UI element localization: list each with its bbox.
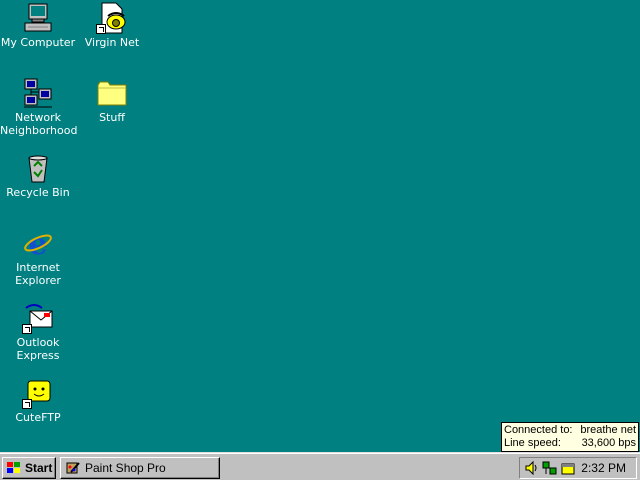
desktop-icon-recycle-bin[interactable]: Recycle Bin (0, 152, 76, 199)
desktop-icon-label: Network Neighborhood (0, 111, 78, 137)
desktop-icon-internet-explorer[interactable]: e Internet Explorer (0, 227, 76, 287)
shortcut-arrow-icon (22, 324, 32, 334)
cuteftp-icon (22, 377, 54, 409)
scheduler-icon[interactable] (560, 460, 576, 476)
svg-text:e: e (28, 227, 47, 259)
taskbar: Start Paint Shop Pro 2:32 PM (0, 452, 640, 480)
desktop-icon-virgin-net[interactable]: Virgin Net (74, 2, 150, 49)
desktop-icon-label: Internet Explorer (15, 261, 61, 287)
task-label: Paint Shop Pro (85, 461, 166, 475)
system-tray: 2:32 PM (519, 457, 637, 479)
taskbar-button-paint-shop-pro[interactable]: Paint Shop Pro (60, 457, 220, 479)
desktop-icon-cuteftp[interactable]: CuteFTP (0, 377, 76, 424)
desktop-icon-label: Recycle Bin (6, 186, 70, 199)
desktop-icon-stuff[interactable]: Stuff (74, 77, 150, 124)
tooltip-speed-label: Line speed: (504, 437, 561, 449)
desktop-icon-label: Stuff (99, 111, 125, 124)
tooltip-speed-value: 33,600 bps (581, 437, 636, 449)
network-icon (22, 77, 54, 109)
paint-shop-pro-icon (66, 462, 80, 474)
folder-icon (96, 77, 128, 109)
desktop-icon-label: Outlook Express (16, 336, 60, 362)
tooltip-connected-label: Connected to: (504, 424, 573, 436)
dialup-connection-icon[interactable] (542, 460, 558, 476)
shortcut-arrow-icon (22, 399, 32, 409)
tooltip-connected-value: breathe net (580, 424, 636, 436)
connection-tooltip: Connected to: breathe net Line speed: 33… (501, 422, 639, 452)
recycle-bin-icon (22, 152, 54, 184)
start-button[interactable]: Start (2, 457, 56, 479)
taskbar-clock[interactable]: 2:32 PM (581, 461, 626, 475)
phone-dialer-icon (96, 2, 128, 34)
my-computer-icon (22, 2, 54, 34)
start-label: Start (25, 461, 53, 475)
desktop-icon-network-neighborhood[interactable]: Network Neighborhood (0, 77, 78, 137)
desktop-icon-outlook-express[interactable]: Outlook Express (0, 302, 76, 362)
shortcut-arrow-icon (96, 24, 106, 34)
outlook-express-icon (22, 302, 54, 334)
desktop-icon-my-computer[interactable]: My Computer (0, 2, 76, 49)
desktop-icon-label: My Computer (0, 36, 76, 49)
desktop-icon-label: Virgin Net (84, 36, 140, 49)
windows-logo-icon (7, 462, 20, 473)
desktop: My Computer Virgin Net Network Neighborh… (0, 0, 640, 452)
desktop-icon-label: CuteFTP (15, 411, 61, 424)
volume-icon[interactable] (524, 460, 540, 476)
internet-explorer-icon: e (22, 227, 54, 262)
